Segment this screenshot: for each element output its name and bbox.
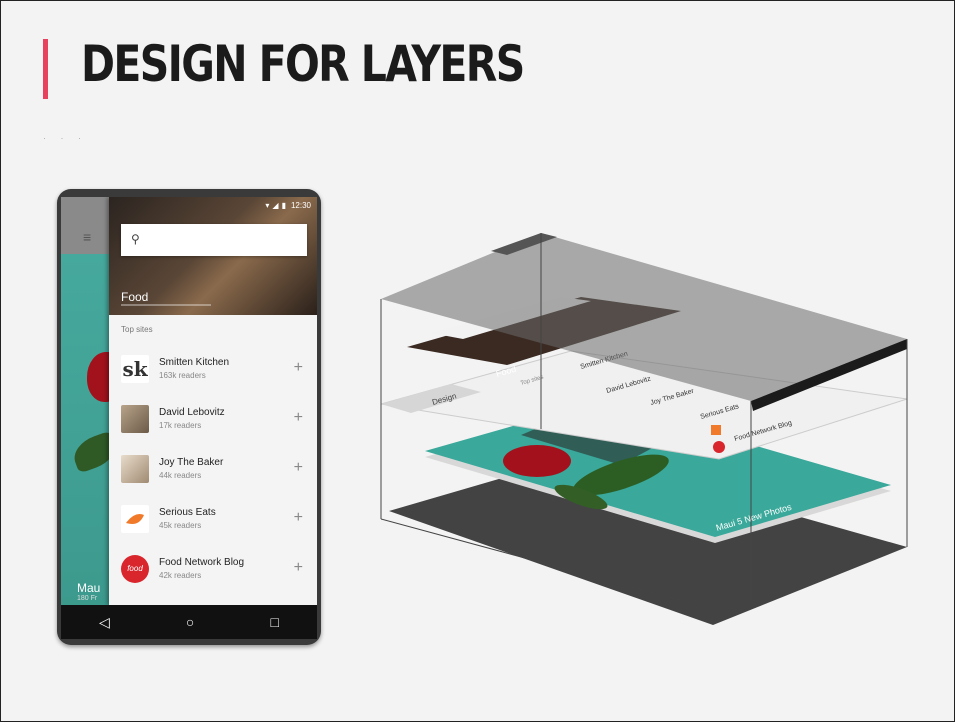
site-name: Joy The Baker (159, 457, 224, 468)
rose-image (503, 445, 571, 477)
battery-icon: ▮ (281, 201, 289, 210)
status-bar: ▾◢▮ 12:30 (265, 201, 311, 210)
portrait-icon (121, 455, 149, 483)
site-name: Smitten Kitchen (159, 357, 230, 368)
site-item-joy-the-baker[interactable]: Joy The Baker 44k readers + (109, 445, 317, 495)
site-item-food-network-blog[interactable]: food Food Network Blog 42k readers + (109, 545, 317, 595)
add-icon[interactable]: + (294, 359, 303, 377)
food-network-logo-icon (713, 441, 725, 453)
drawer-hero-label: Food (121, 290, 149, 304)
site-name: Serious Eats (159, 507, 216, 518)
signal-icon: ◢ (272, 201, 282, 210)
navigation-bar: ◁ ○ □ (61, 605, 317, 639)
sk-logo-icon: sk (121, 355, 149, 383)
navigation-drawer: ▾◢▮ 12:30 ⚲ Food Top sites sk Smitten Kit… (109, 197, 317, 605)
add-icon[interactable]: + (294, 409, 303, 427)
food-network-logo-icon: food (121, 555, 149, 583)
drawer-hero-sublabel (121, 304, 211, 306)
phone-mockup: ≡ Mau 180 Fr ▾◢▮ 12:30 ⚲ Food Top sites s… (57, 189, 321, 645)
search-icon: ⚲ (131, 232, 140, 246)
background-caption: Mau 180 Fr (77, 581, 101, 602)
site-readers: 17k readers (159, 421, 202, 430)
site-item-serious-eats[interactable]: Serious Eats 45k readers + (109, 495, 317, 545)
site-readers: 45k readers (159, 521, 202, 530)
portrait-icon (121, 405, 149, 433)
site-name: Food Network Blog (159, 557, 245, 568)
slide-dots: · · · (43, 133, 87, 143)
site-item-smitten-kitchen[interactable]: sk Smitten Kitchen 163k readers + (109, 345, 317, 395)
add-icon[interactable]: + (294, 509, 303, 527)
site-name: David Lebovitz (159, 407, 225, 418)
top-sites-label: Top sites (121, 325, 153, 334)
phone-screen: ≡ Mau 180 Fr ▾◢▮ 12:30 ⚲ Food Top sites s… (61, 197, 317, 605)
add-icon[interactable]: + (294, 459, 303, 477)
serious-eats-logo-icon (711, 425, 721, 435)
back-icon[interactable]: ◁ (99, 614, 110, 631)
site-readers: 163k readers (159, 371, 206, 380)
site-readers: 44k readers (159, 471, 202, 480)
home-icon[interactable]: ○ (186, 614, 194, 630)
site-readers: 42k readers (159, 571, 202, 580)
status-time: 12:30 (290, 201, 311, 210)
title-accent-bar (43, 39, 48, 99)
menu-icon[interactable]: ≡ (83, 229, 91, 245)
recents-icon[interactable]: □ (270, 614, 278, 630)
layer-stack-diagram: Maui 5 New Photos Design Food Top sites … (380, 233, 908, 625)
serious-eats-logo-icon (121, 505, 149, 533)
site-item-david-lebovitz[interactable]: David Lebovitz 17k readers + (109, 395, 317, 445)
add-icon[interactable]: + (294, 559, 303, 577)
slide-title: DESIGN FOR LAYERS (81, 35, 525, 93)
search-input[interactable]: ⚲ (121, 224, 307, 256)
slide: DESIGN FOR LAYERS · · · ≡ Mau 180 Fr ▾◢▮… (0, 0, 955, 722)
